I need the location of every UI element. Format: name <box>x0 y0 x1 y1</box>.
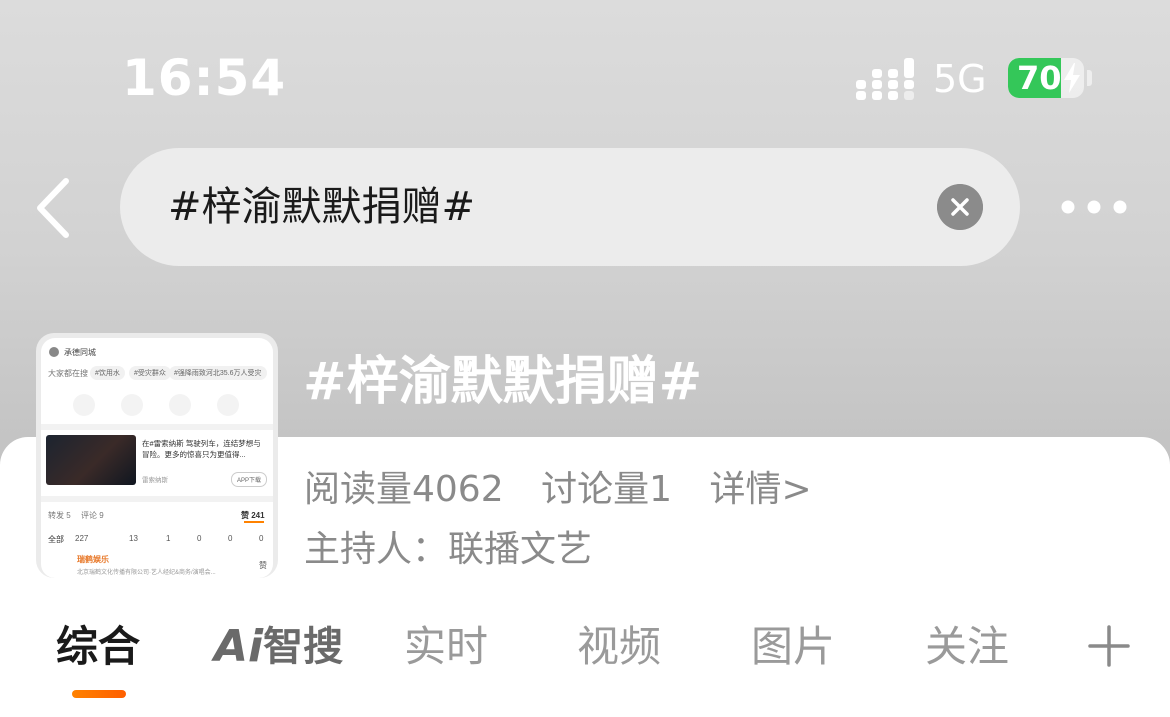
thumb-commenter-name: 瑞鹤娱乐 <box>77 555 109 564</box>
thumb-comments: 评论 9 <box>81 511 104 520</box>
battery-terminal <box>1087 70 1092 86</box>
thumb-chip: #强降雨致河北35.6万人受灾 <box>169 366 267 380</box>
thumb-chip: #受灾群众 <box>129 366 171 380</box>
moments-icon <box>121 394 143 416</box>
thumb-reaction-count: 13 <box>129 534 138 543</box>
search-field[interactable]: #梓渝默默捐赠# <box>120 148 1020 266</box>
thumb-card-text: 在#雷索纳斯 驾驶列车，连结梦想与冒险。更多的惊喜只为更值得... <box>142 439 261 459</box>
thumb-trending-label: 大家都在搜 <box>48 369 88 378</box>
search-query[interactable]: #梓渝默默捐赠# <box>168 182 475 232</box>
save-icon <box>217 394 239 416</box>
thumb-header: 承德同城 <box>64 348 96 357</box>
battery-level: 70 <box>1017 59 1062 97</box>
thumb-repost: 转发 5 <box>48 511 71 520</box>
thumb-likes-underline <box>244 521 264 523</box>
thumb-video-frame <box>46 435 136 485</box>
tab-video[interactable]: 视频 <box>577 618 661 676</box>
battery-indicator: 70 <box>1008 58 1084 98</box>
thumb-card-source: 雷索纳斯 <box>142 477 168 484</box>
topic-host: 主持人：联播文艺 <box>304 529 593 570</box>
qq-icon <box>169 394 191 416</box>
charging-bolt-icon <box>1064 63 1080 93</box>
topic-title: #梓渝默默捐赠# <box>303 352 703 412</box>
close-icon[interactable] <box>937 184 983 230</box>
thumb-reactions-label: 全部 <box>48 535 64 544</box>
thumbnail-preview: 承德同城 大家都在搜 #饮用水 #受灾群众 #强降雨致河北35.6万人受灾 在#… <box>41 338 273 578</box>
active-tab-indicator <box>72 690 126 698</box>
tab-ai-search[interactable]: Ai智搜 <box>214 622 343 672</box>
network-type: 5G <box>933 57 987 101</box>
more-icon[interactable] <box>1058 190 1130 224</box>
thumb-commenter-like: 赞 <box>259 561 267 570</box>
thumb-ad-card: 在#雷索纳斯 驾驶列车，连结梦想与冒险。更多的惊喜只为更值得... 雷索纳斯 A… <box>41 430 273 496</box>
tab-images[interactable]: 图片 <box>751 618 835 676</box>
status-clock: 16:54 <box>122 49 287 107</box>
tab-ai-search-label: 智搜 <box>263 624 344 670</box>
thumb-likes: 赞 241 <box>241 511 265 520</box>
tab-realtime[interactable]: 实时 <box>404 618 488 676</box>
ai-logo-icon: Ai <box>214 621 264 672</box>
thumb-reaction-count: 0 <box>259 534 264 543</box>
thumb-reaction-count: 0 <box>228 534 233 543</box>
plus-icon[interactable] <box>1088 625 1130 667</box>
discussion-count: 讨论量1 <box>541 469 672 510</box>
thumb-reaction-count: 0 <box>197 534 202 543</box>
location-icon <box>49 347 59 357</box>
thumb-chip: #饮用水 <box>90 366 125 380</box>
topic-thumbnail[interactable]: 承德同城 大家都在搜 #饮用水 #受灾群众 #强降雨致河北35.6万人受灾 在#… <box>36 333 278 578</box>
signal-bars-icon <box>856 58 914 100</box>
thumb-reaction-count: 1 <box>166 534 171 543</box>
wechat-icon <box>73 394 95 416</box>
tab-all[interactable]: 综合 <box>56 618 140 676</box>
read-count: 阅读量4062 <box>304 469 504 510</box>
tab-follow[interactable]: 关注 <box>925 618 1009 676</box>
thumb-reaction-count: 227 <box>75 534 89 543</box>
topic-stats: 阅读量4062 讨论量1 详情> <box>304 465 838 515</box>
thumb-commenter-desc: 北京瑞鹤文化传播有限公司·艺人经纪&商务/演唱会... <box>77 570 216 576</box>
thumb-card-button: APP下载 <box>231 472 268 487</box>
back-chevron-icon[interactable] <box>30 175 80 241</box>
details-link[interactable]: 详情> <box>709 469 811 510</box>
thumb-divider <box>41 496 273 502</box>
